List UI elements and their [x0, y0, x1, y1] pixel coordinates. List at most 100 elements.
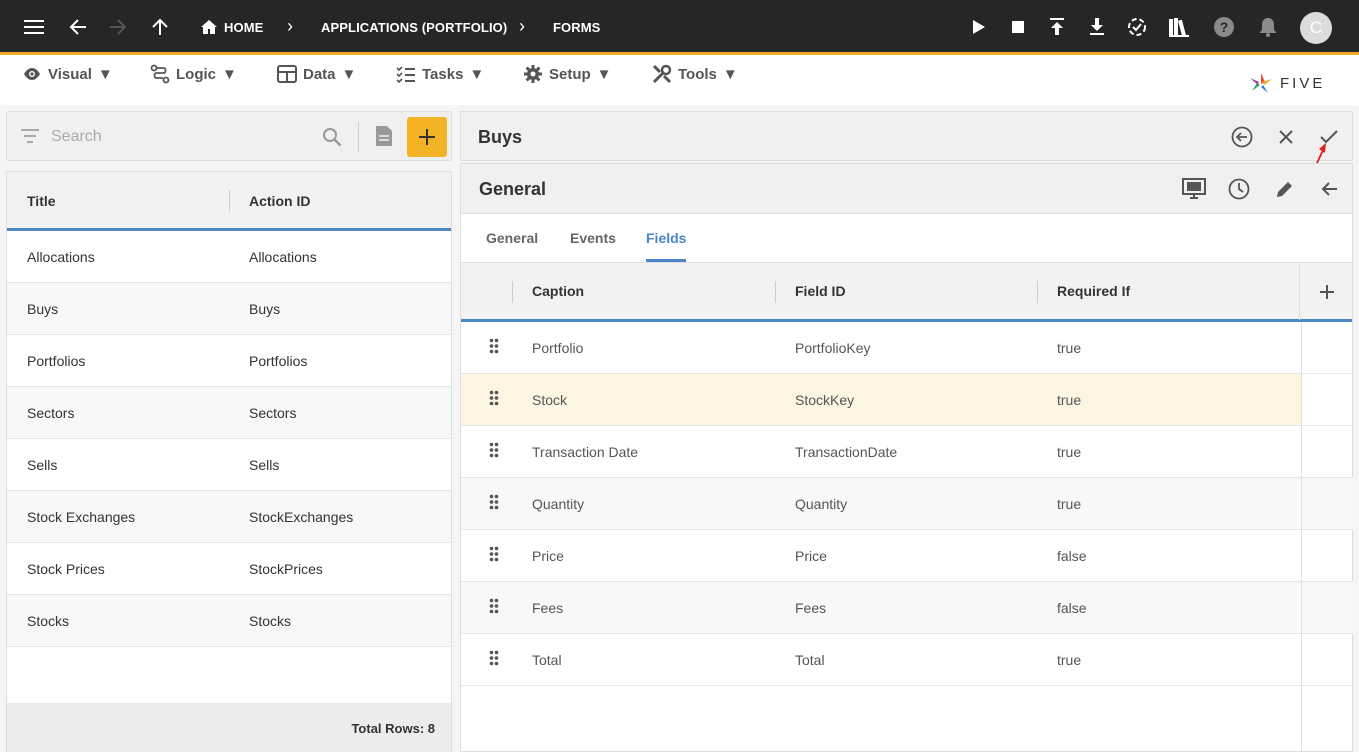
- search-input[interactable]: [51, 125, 311, 149]
- table-row[interactable]: Portfolio PortfolioKey true: [461, 322, 1301, 374]
- eye-icon: [24, 68, 40, 80]
- table-row[interactable]: Fees Fees false: [461, 582, 1301, 634]
- list-item[interactable]: Portfolios Portfolios: [7, 335, 451, 387]
- plus-icon: [1319, 285, 1334, 299]
- library-icon[interactable]: [1165, 13, 1193, 41]
- breadcrumb-forms[interactable]: FORMS: [553, 20, 600, 35]
- drag-handle-icon[interactable]: [489, 494, 499, 510]
- list-item-action-id: Sells: [249, 457, 280, 473]
- cell-field-id: TransactionDate: [795, 444, 898, 460]
- cell-caption: Price: [532, 548, 564, 564]
- tab-general[interactable]: General: [486, 230, 538, 246]
- active-tab-indicator: [646, 259, 686, 262]
- cell-field-id: Quantity: [795, 496, 848, 512]
- list-item-title: Stock Exchanges: [27, 509, 136, 525]
- cell-required-if: true: [1057, 652, 1082, 668]
- edit-pencil-icon[interactable]: [1272, 176, 1298, 202]
- column-header-field-id[interactable]: Field ID: [795, 283, 846, 299]
- back-circle-icon[interactable]: [1229, 124, 1255, 150]
- drag-handle-icon[interactable]: [489, 546, 499, 562]
- upload-icon[interactable]: [1043, 13, 1071, 41]
- cell-caption: Portfolio: [532, 340, 584, 356]
- back-arrow-icon[interactable]: [64, 13, 92, 41]
- column-header-required-if[interactable]: Required If: [1057, 283, 1130, 299]
- list-item[interactable]: Stocks Stocks: [7, 595, 451, 647]
- menu-visual-label: Visual: [48, 65, 92, 83]
- forward-arrow-icon[interactable]: [104, 13, 132, 41]
- home-icon[interactable]: [195, 13, 223, 41]
- notifications-bell-icon[interactable]: [1254, 13, 1282, 41]
- search-icon[interactable]: [322, 127, 342, 147]
- cell-caption: Quantity: [532, 496, 585, 512]
- list-header: Title Action ID: [7, 172, 451, 231]
- list-item[interactable]: Stock Exchanges StockExchanges: [7, 491, 451, 543]
- column-header-title[interactable]: Title: [27, 193, 56, 209]
- history-clock-icon[interactable]: [1226, 176, 1252, 202]
- download-icon[interactable]: [1083, 13, 1111, 41]
- search-bar: [6, 111, 452, 161]
- table-row[interactable]: Quantity Quantity true: [461, 478, 1301, 530]
- fields-grid-header: Caption Field ID Required If: [461, 263, 1352, 322]
- table-row[interactable]: Stock StockKey true: [461, 374, 1301, 426]
- list-item-action-id: Stocks: [249, 613, 292, 629]
- row-extension: [1302, 478, 1353, 529]
- close-icon[interactable]: [1273, 124, 1299, 150]
- run-icon[interactable]: [965, 13, 993, 41]
- drag-handle-icon[interactable]: [489, 390, 499, 406]
- table-icon: [277, 65, 297, 83]
- table-row[interactable]: Transaction Date TransactionDate true: [461, 426, 1301, 478]
- menu-tools[interactable]: Tools ▼: [652, 63, 738, 85]
- list-item[interactable]: Sells Sells: [7, 439, 451, 491]
- table-row[interactable]: Total Total true: [461, 634, 1301, 686]
- deploy-icon[interactable]: [1123, 13, 1151, 41]
- add-field-button[interactable]: [1299, 264, 1353, 320]
- column-header-caption[interactable]: Caption: [532, 283, 584, 299]
- add-button[interactable]: [407, 117, 447, 157]
- list-item[interactable]: Buys Buys: [7, 283, 451, 335]
- stop-icon[interactable]: [1004, 13, 1032, 41]
- form-title: Buys: [478, 127, 523, 147]
- filter-icon[interactable]: [21, 129, 39, 143]
- menu-logic-label: Logic: [176, 65, 216, 83]
- section-header: General: [461, 164, 1352, 214]
- monitor-icon[interactable]: [1181, 176, 1207, 202]
- menu-setup[interactable]: Setup ▼: [523, 63, 612, 85]
- drag-handle-icon[interactable]: [489, 338, 499, 354]
- row-divider: [1301, 685, 1353, 686]
- list-item-title: Sectors: [27, 405, 75, 421]
- tab-fields[interactable]: Fields: [646, 230, 686, 246]
- list-item-action-id: Buys: [249, 301, 281, 317]
- list-item[interactable]: Stock Prices StockPrices: [7, 543, 451, 595]
- menu-data[interactable]: Data ▼: [277, 63, 356, 85]
- column-separator: [512, 281, 513, 303]
- document-icon[interactable]: [375, 125, 393, 147]
- hamburger-menu-icon[interactable]: [20, 13, 48, 41]
- menu-data-label: Data: [303, 65, 336, 83]
- table-row[interactable]: Price Price false: [461, 530, 1301, 582]
- cell-required-if: false: [1057, 600, 1087, 616]
- tasks-icon: [396, 66, 415, 83]
- breadcrumb-applications[interactable]: APPLICATIONS (PORTFOLIO): [321, 20, 507, 35]
- caret-down-icon: ▼: [722, 65, 738, 83]
- help-icon[interactable]: ?: [1210, 13, 1238, 41]
- menu-logic[interactable]: Logic ▼: [150, 63, 237, 85]
- column-header-action-id[interactable]: Action ID: [249, 193, 310, 209]
- menu-visual[interactable]: Visual ▼: [22, 63, 113, 85]
- cell-required-if: true: [1057, 496, 1082, 512]
- list-item[interactable]: Sectors Sectors: [7, 387, 451, 439]
- section-tabs: General Events Fields: [461, 214, 1352, 263]
- drag-handle-icon[interactable]: [489, 442, 499, 458]
- list-item[interactable]: Allocations Allocations: [7, 231, 451, 283]
- drag-handle-icon[interactable]: [489, 650, 499, 666]
- breadcrumb-home[interactable]: HOME: [224, 20, 263, 35]
- tab-events[interactable]: Events: [570, 230, 616, 246]
- svg-text:?: ?: [1220, 19, 1229, 35]
- up-arrow-icon[interactable]: [146, 13, 174, 41]
- menu-tasks[interactable]: Tasks ▼: [396, 63, 484, 85]
- avatar[interactable]: C: [1300, 12, 1332, 44]
- gear-icon: [524, 65, 542, 83]
- column-separator: [229, 190, 230, 212]
- cell-required-if: true: [1057, 392, 1082, 408]
- drag-handle-icon[interactable]: [489, 598, 499, 614]
- back-arrow-icon[interactable]: [1316, 176, 1342, 202]
